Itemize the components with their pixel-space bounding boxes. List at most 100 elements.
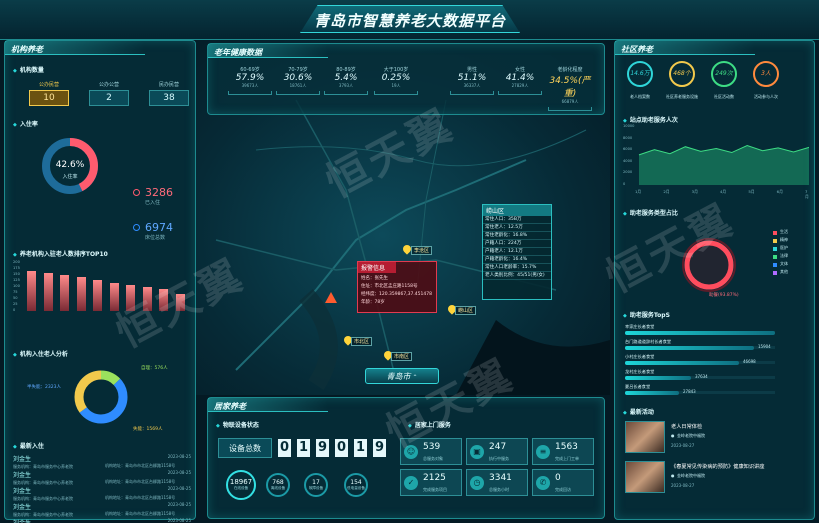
rank-bar[interactable]	[60, 275, 69, 311]
laoshan-popup[interactable]: 崂山区 常住人口：35B万 常住老人：12.5万 常住老龄化：16.8% 户籍人口：2…	[482, 204, 552, 300]
count-box-private[interactable]: 38	[149, 90, 189, 106]
latest-org-label: 服务机构：	[13, 480, 33, 485]
latest-row[interactable]: 刘金生2023-08-25服务机构：青岛市服务中心养老院机构地址：青岛市市北区台…	[13, 502, 191, 518]
top5-name: 龙村庄长者食堂	[625, 369, 655, 374]
alarm-icon[interactable]	[325, 292, 337, 303]
news-thumbnail[interactable]	[625, 461, 665, 493]
rank-bar[interactable]	[175, 293, 185, 311]
rank-bar[interactable]	[142, 287, 152, 311]
top5-bar[interactable]	[625, 390, 679, 395]
station-month: 3月	[691, 189, 698, 194]
panel-title: 机构养老	[11, 45, 43, 54]
service-card[interactable]: ▣ 247 执行中服务	[466, 438, 528, 465]
latest-name: 刘金生	[13, 456, 32, 463]
device-stat-ring[interactable]: 18967 在线设备	[226, 470, 256, 500]
community-circle[interactable]: 468个	[669, 61, 695, 87]
city-button[interactable]: 青岛市 ⌃	[365, 368, 439, 384]
rank-bar[interactable]	[109, 282, 119, 311]
news-date: 2023-08-27	[671, 483, 695, 488]
location-icon: ●	[671, 433, 675, 438]
community-circle[interactable]: 3人	[753, 61, 779, 87]
person-icon: ☺	[404, 445, 418, 459]
device-stat-ring[interactable]: 17 故障设备	[304, 473, 328, 497]
community-circle[interactable]: 249次	[711, 61, 737, 87]
health-item-value: 51.1%	[457, 73, 487, 83]
device-total-label: 设备总数	[218, 438, 272, 458]
alarm-row: 姓名：张先生	[361, 276, 388, 281]
service-card[interactable]: ☺ 539 总服务对象	[400, 438, 462, 465]
analysis-label-self: 自理：576人	[141, 366, 168, 371]
health-item-label: 女性	[514, 67, 525, 73]
top5-bar[interactable]	[625, 360, 739, 365]
service-card[interactable]: ✓ 2125 完成服务项目	[400, 469, 462, 496]
types-legend-label: 生活	[780, 229, 788, 234]
types-title: 助老服务类型占比	[623, 208, 678, 217]
device-digit: 1	[354, 439, 367, 457]
health-item: 60-69岁 57.9% 39673人	[224, 66, 276, 95]
service-card[interactable]: ◷ 3341 总服务小时	[466, 469, 528, 496]
latest-row[interactable]: 刘金生2023-08-25服务机构：青岛市服务中心养老院机构地址：青岛市市北区台…	[13, 486, 191, 502]
count-box-public[interactable]: 2	[89, 90, 129, 106]
news-thumbnail[interactable]	[625, 421, 665, 453]
rank-bar[interactable]	[126, 284, 135, 311]
analysis-donut	[74, 370, 128, 424]
latest-row[interactable]: 刘金生2023-08-25服务机构：青岛市服务中心养老院机构地址：青岛市市北区台…	[13, 518, 191, 523]
types-legend-label: 文体	[780, 261, 788, 266]
rank-tick: 25	[13, 302, 18, 306]
station-month: 7月	[805, 189, 809, 199]
latest-addr: 机构地址：青岛市市北区台柳路1158号	[105, 511, 176, 516]
rank-bar[interactable]	[27, 271, 36, 311]
health-item-plate	[548, 107, 592, 111]
top5-value: 46698	[743, 359, 756, 364]
district-shibei[interactable]: 市北区	[351, 337, 373, 346]
occupied-value: 3286	[145, 186, 173, 199]
device-stat-ring[interactable]: 768 离线设备	[266, 473, 290, 497]
types-legend-label: 其他	[780, 269, 788, 274]
health-item-value: 34.5%(严重)	[549, 76, 591, 99]
news-title[interactable]: 《春夏常见传染病的预防》健康知识讲座	[671, 463, 811, 470]
alarm-popup[interactable]: 报警信息 姓名：张先生 住址：市北区孟庄路1158号 经纬度：120.35986…	[357, 261, 437, 313]
top5-bar[interactable]	[625, 375, 691, 380]
alarm-row: 年龄：78岁	[361, 300, 385, 305]
top5-bar[interactable]	[625, 330, 775, 335]
rank-bar[interactable]	[93, 279, 102, 311]
rank-bar[interactable]	[76, 276, 86, 311]
health-item: 男性 51.1% 36337人	[446, 66, 498, 95]
district-shinan[interactable]: 市南区	[391, 352, 413, 361]
clock-icon: ◷	[470, 476, 484, 490]
latest-row[interactable]: 刘金生2023-08-25服务机构：青岛市服务中心养老院机构地址：青岛市市北区台…	[13, 454, 191, 470]
district-licang[interactable]: 李沧区	[411, 246, 433, 255]
station-area-fill	[639, 145, 809, 185]
news-title[interactable]: 老人日常体检	[671, 423, 811, 430]
laoshan-rows: 常住人口：35B万 常住老人：12.5万 常住老龄化：16.8% 户籍人口：224万户…	[483, 216, 551, 280]
count-label-1: 公办民营	[38, 82, 59, 88]
community-circle[interactable]: 14.6万	[627, 61, 653, 87]
beds-value: 6974	[145, 221, 173, 234]
top5-bar[interactable]	[625, 345, 754, 350]
latest-row[interactable]: 刘金生2023-08-25服务机构：青岛市服务中心养老院机构地址：青岛市市北区台…	[13, 470, 191, 486]
service-card[interactable]: ≡ 1563 完成上门工单	[532, 438, 594, 465]
count-box-public-private[interactable]: 10	[29, 90, 69, 106]
rank-bar[interactable]	[43, 273, 53, 311]
device-stat-label: 离线设备	[270, 486, 286, 490]
analysis-title: 机构入住老人分析	[13, 349, 68, 358]
district-laoshan[interactable]: 崂山区	[455, 306, 477, 315]
location-icon: ●	[671, 473, 675, 478]
alarm-title: 报警信息	[358, 262, 396, 273]
types-legend-swatch	[773, 271, 777, 275]
health-item-value: 5.4%	[334, 73, 358, 83]
service-title: 居家上门服务	[408, 420, 451, 429]
types-legend-label: 法律	[780, 253, 788, 258]
types-legend-swatch	[773, 247, 777, 251]
home-care-title: 居家养老	[214, 402, 246, 411]
rank-bar[interactable]	[159, 289, 168, 311]
top5-name: 小村庄长者食堂	[625, 354, 655, 359]
device-stat-ring[interactable]: 154 低电量设备	[344, 473, 368, 497]
laoshan-title: 崂山区	[483, 205, 551, 216]
device-stat-value: 17	[312, 479, 320, 486]
community-panel: 社区养老 站点助老服务人次 10000800060004000200001月2月…	[614, 40, 815, 520]
laoshan-row: 常住老人：12.5万	[483, 224, 551, 232]
chevron-up-icon: ⌃	[412, 374, 418, 381]
service-card[interactable]: ✆ 0 完成回访	[532, 469, 594, 496]
rank-tick: 100	[13, 284, 20, 288]
